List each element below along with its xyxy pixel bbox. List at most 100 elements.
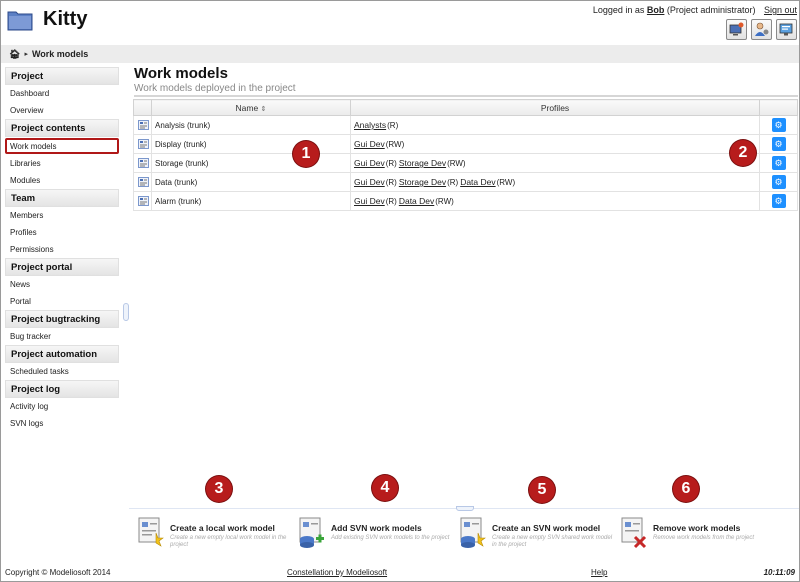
sidebar-item-bug-tracker[interactable]: Bug tracker [5,328,119,345]
marker-4: 4 [372,475,398,501]
user-admin-icon [755,22,769,36]
app-title: Kitty [43,8,88,30]
work-model-profiles: Gui Dev(R) Storage Dev(RW) [350,153,760,173]
profile-link[interactable]: Storage Dev [399,177,446,187]
gear-icon[interactable]: ⚙ [771,137,786,151]
breadcrumb-separator-icon: ▸ [24,51,28,58]
home-icon[interactable]: 🏠︎ [9,49,20,60]
row-icon-cell [133,191,152,211]
sidebar-item-members[interactable]: Members [5,207,119,224]
profile-permission: (RW) [496,178,516,187]
page-subtitle: Work models deployed in the project [134,83,296,94]
admin-computer-button[interactable] [726,19,747,40]
sidebar-section-team: Team [5,189,119,207]
table-row[interactable]: Storage (trunk) Gui Dev(R) Storage Dev(RW)… [133,153,798,173]
work-model-name: Analysis (trunk) [151,115,351,135]
profile-permission: (RW) [385,140,405,149]
admin-computer-icon [729,22,744,36]
sidebar-item-overview[interactable]: Overview [5,102,119,119]
sidebar-section-project-bugtracking: Project bugtracking [5,310,119,328]
row-action-cell: ⚙ [759,153,798,173]
action-description: Create a new empty local work model in t… [170,535,287,548]
work-model-icon [138,196,149,206]
action-description: Create a new empty SVN shared work model… [492,535,613,548]
user-admin-button[interactable] [751,19,772,40]
add-svn-work-models-action[interactable]: Add SVN work models Add existing SVN wor… [298,517,458,551]
sidebar-item-portal[interactable]: Portal [5,293,119,310]
profile-permission: (R) [387,121,399,130]
create-local-work-model-action[interactable]: Create a local work model Create a new e… [137,517,297,551]
work-model-name: Storage (trunk) [151,153,351,173]
profile-link[interactable]: Gui Dev [354,139,385,149]
sidebar-section-project-contents: Project contents [5,119,119,137]
svn-work-model-add-icon [299,517,324,548]
sidebar-item-permissions[interactable]: Permissions [5,241,119,258]
action-description: Add existing SVN work models to the proj… [331,535,450,541]
sign-out-link[interactable]: Sign out [764,5,797,15]
folder-logo-icon [7,11,33,31]
remove-work-models-action[interactable]: Remove work models Remove work models fr… [620,517,780,551]
row-action-cell: ⚙ [759,134,798,154]
help-link[interactable]: Help [591,568,607,577]
user-role: (Project administrator) [666,5,756,15]
sidebar-item-news[interactable]: News [5,276,119,293]
sidebar-item-modules[interactable]: Modules [5,172,119,189]
row-icon-cell [133,172,152,192]
row-action-cell: ⚙ [759,115,798,135]
sidebar-item-scheduled-tasks[interactable]: Scheduled tasks [5,363,119,380]
create-svn-work-model-action[interactable]: Create an SVN work model Create a new em… [459,517,619,551]
monitor-settings-button[interactable] [776,19,797,40]
action-title: Create a local work model [170,523,275,533]
action-bar-collapse-handle[interactable] [456,506,474,511]
sidebar-item-work-models[interactable]: Work models [5,138,119,154]
sidebar-section-project: Project [5,67,119,85]
action-description: Remove work models from the project [653,535,755,541]
title-divider [134,95,798,97]
profile-link[interactable]: Gui Dev [354,196,385,206]
profile-link[interactable]: Analysts [354,120,386,130]
remove-work-model-icon [621,517,647,549]
gear-icon[interactable]: ⚙ [771,175,786,189]
work-model-icon [138,177,149,187]
footer: Copyright © Modeliosoft 2014 Constellati… [1,563,799,581]
column-header-profiles: Profiles [350,99,760,116]
marker-2: 2 [730,140,756,166]
constellation-link[interactable]: Constellation by Modeliosoft [287,568,387,577]
table-row[interactable]: Analysis (trunk) Analysts(R) ⚙ [133,115,798,135]
sidebar-item-activity-log[interactable]: Activity log [5,398,119,415]
profile-link[interactable]: Storage Dev [399,158,446,168]
marker-1: 1 [293,141,319,167]
login-info: Logged in as Bob (Project administrator)… [593,5,797,15]
profile-permission: (RW) [447,159,466,168]
table-row[interactable]: Alarm (trunk) Gui Dev(R) Data Dev(RW) ⚙ [133,191,798,211]
sidebar-collapse-handle[interactable] [123,303,129,321]
table-row[interactable]: Data (trunk) Gui Dev(R) Storage Dev(R) Data… [133,172,798,192]
row-icon-cell [133,134,152,154]
profile-link[interactable]: Gui Dev [354,158,385,168]
profile-link[interactable]: Data Dev [460,177,495,187]
gear-icon[interactable]: ⚙ [771,118,786,132]
sidebar-item-dashboard[interactable]: Dashboard [5,85,119,102]
row-action-cell: ⚙ [759,191,798,211]
column-header-name[interactable]: Name ⇕ [151,99,351,116]
sidebar: Project Dashboard Overview Project conte… [5,67,119,432]
table-row[interactable]: Display (trunk) Gui Dev(RW) ⚙ [133,134,798,154]
row-icon-cell [133,115,152,135]
profile-link[interactable]: Gui Dev [354,177,385,187]
profile-link[interactable]: Data Dev [399,196,434,206]
profile-permission: (RW) [435,197,454,206]
work-model-profiles: Gui Dev(RW) [350,134,760,154]
sort-icon[interactable]: ⇕ [261,106,267,113]
user-link[interactable]: Bob [647,5,665,15]
gear-icon[interactable]: ⚙ [771,156,786,170]
column-header-actions [759,99,798,116]
sidebar-item-libraries[interactable]: Libraries [5,155,119,172]
work-model-name: Alarm (trunk) [151,191,351,211]
logged-in-label: Logged in as [592,5,645,15]
header-toolbar [726,19,797,40]
work-model-name: Display (trunk) [151,134,351,154]
work-models-table: Name ⇕ Profiles Analysis (trunk) Analysts… [133,99,798,211]
gear-icon[interactable]: ⚙ [771,194,786,208]
sidebar-item-svn-logs[interactable]: SVN logs [5,415,119,432]
sidebar-item-profiles[interactable]: Profiles [5,224,119,241]
